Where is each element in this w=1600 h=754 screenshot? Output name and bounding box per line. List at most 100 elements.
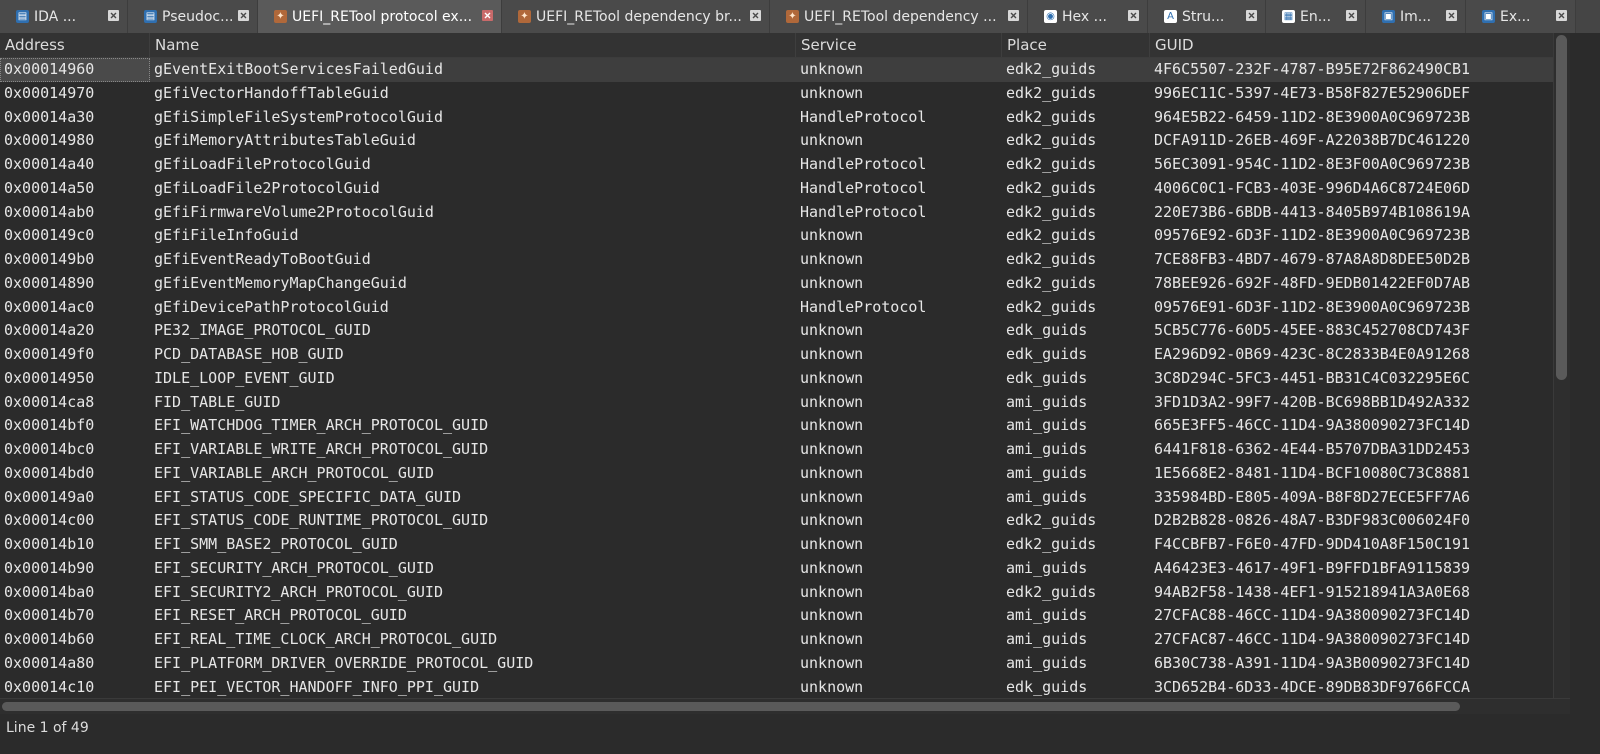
close-icon[interactable] bbox=[1008, 10, 1019, 21]
table-row[interactable]: 0x00014890 gEfiEventMemoryMapChangeGuid un… bbox=[0, 272, 1553, 296]
table-row[interactable]: 0x00014b10 EFI_SMM_BASE2_PROTOCOL_GUID unk… bbox=[0, 533, 1553, 557]
address-cell: 0x00014960 bbox=[0, 58, 150, 82]
vertical-scrollbar[interactable] bbox=[1553, 33, 1571, 698]
tab-5[interactable]: ◉ Hex ... bbox=[1028, 0, 1148, 33]
table-row[interactable]: 0x00014970 gEfiVectorHandoffTableGuid unkn… bbox=[0, 82, 1553, 106]
horizontal-scrollbar-thumb[interactable] bbox=[2, 702, 1460, 711]
table-row[interactable]: 0x00014c10 EFI_PEI_VECTOR_HANDOFF_INFO_PP… bbox=[0, 676, 1553, 699]
service-cell: HandleProtocol bbox=[800, 178, 927, 197]
address-cell: 0x00014ab0 bbox=[4, 202, 95, 221]
column-header-service[interactable]: Service bbox=[796, 33, 1002, 57]
service-cell: unknown bbox=[800, 653, 864, 672]
service-cell: unknown bbox=[800, 582, 864, 601]
table-row[interactable]: 0x000149f0 PCD_DATABASE_HOB_GUID unknown ed… bbox=[0, 343, 1553, 367]
table-row[interactable]: 0x00014a30 gEfiSimpleFileSystemProtocolGu… bbox=[0, 106, 1553, 130]
name-cell: EFI_RESET_ARCH_PROTOCOL_GUID bbox=[154, 606, 407, 625]
table-row[interactable]: 0x00014950 IDLE_LOOP_EVENT_GUID unknown edk… bbox=[0, 367, 1553, 391]
close-icon[interactable] bbox=[1556, 10, 1567, 21]
service-cell: unknown bbox=[800, 606, 864, 625]
name-cell: gEfiDevicePathProtocolGuid bbox=[154, 297, 389, 316]
line-position-status: Line 1 of 49 bbox=[6, 720, 89, 736]
name-cell: gEfiSimpleFileSystemProtocolGuid bbox=[154, 107, 443, 126]
place-cell: edk2_guids bbox=[1006, 250, 1097, 268]
table-row[interactable]: 0x000149c0 gEfiFileInfoGuid unknown edk2_gu… bbox=[0, 224, 1553, 248]
name-cell: gEfiLoadFileProtocolGuid bbox=[154, 155, 371, 173]
close-icon[interactable] bbox=[1446, 10, 1457, 21]
tab-2[interactable]: ✦ UEFI_RETool protocol ex... bbox=[258, 0, 502, 33]
guid-cell: 964E5B22-6459-11D2-8E3900A0C969723B bbox=[1154, 107, 1471, 126]
table-row[interactable]: 0x00014ca8 FID_TABLE_GUID unknown ami_guids… bbox=[0, 391, 1553, 415]
name-cell: EFI_PEI_VECTOR_HANDOFF_INFO_PPI_GUID bbox=[154, 677, 480, 696]
guid-cell: 335984BD-E805-409A-B8F8D27ECE5FF7A6 bbox=[1154, 487, 1471, 506]
table-row[interactable]: 0x00014ab0 gEfiFirmwareVolume2ProtocolGui… bbox=[0, 201, 1553, 225]
tab-label: UEFI_RETool protocol ex... bbox=[292, 8, 473, 25]
tab-6[interactable]: A Stru... bbox=[1148, 0, 1266, 33]
table-row[interactable]: 0x00014b70 EFI_RESET_ARCH_PROTOCOL_GUID un… bbox=[0, 604, 1553, 628]
address-cell: 0x00014a80 bbox=[4, 653, 95, 672]
guid-cell: 3FD1D3A2-99F7-420B-BC698BB1D492A332 bbox=[1154, 392, 1471, 411]
place-cell: edk2_guids bbox=[1006, 226, 1097, 245]
column-header-guid[interactable]: GUID bbox=[1150, 33, 1553, 57]
horizontal-scrollbar[interactable] bbox=[0, 698, 1570, 715]
table-row[interactable]: 0x00014bd0 EFI_VARIABLE_ARCH_PROTOCOL_GUI… bbox=[0, 462, 1553, 486]
table-row[interactable]: 0x00014a20 PE32_IMAGE_PROTOCOL_GUID unknow… bbox=[0, 319, 1553, 343]
name-cell: gEfiVectorHandoffTableGuid bbox=[154, 83, 389, 102]
table-row[interactable]: 0x00014a80 EFI_PLATFORM_DRIVER_OVERRIDE_P… bbox=[0, 652, 1553, 676]
tab-label: Stru... bbox=[1182, 8, 1225, 25]
close-icon[interactable] bbox=[750, 10, 761, 21]
table-row[interactable]: 0x000149a0 EFI_STATUS_CODE_SPECIFIC_DATA_… bbox=[0, 486, 1553, 510]
guid-cell: 6441F818-6362-4E44-B5707DBA31DD2453 bbox=[1154, 440, 1471, 458]
close-icon[interactable] bbox=[108, 10, 119, 21]
table-row[interactable]: 0x00014c00 EFI_STATUS_CODE_RUNTIME_PROTOC… bbox=[0, 509, 1553, 533]
tab-label: Im... bbox=[1400, 8, 1432, 25]
table-row[interactable]: 0x00014ba0 EFI_SECURITY2_ARCH_PROTOCOL_GU… bbox=[0, 581, 1553, 605]
vertical-scrollbar-thumb[interactable] bbox=[1556, 35, 1567, 380]
table-row[interactable]: 0x00014bf0 EFI_WATCHDOG_TIMER_ARCH_PROTOC… bbox=[0, 414, 1553, 438]
tab-8[interactable]: ▣ Im... bbox=[1366, 0, 1466, 33]
table-row[interactable]: 0x00014a50 gEfiLoadFile2ProtocolGuid Handl… bbox=[0, 177, 1553, 201]
service-cell: HandleProtocol bbox=[800, 107, 927, 126]
close-icon[interactable] bbox=[1346, 10, 1357, 21]
guid-cell: DCFA911D-26EB-469F-A22038B7DC461220 bbox=[1154, 131, 1471, 150]
close-icon[interactable] bbox=[238, 10, 249, 21]
table-row[interactable]: 0x00014b90 EFI_SECURITY_ARCH_PROTOCOL_GUI… bbox=[0, 557, 1553, 581]
table-row[interactable]: 0x00014b60 EFI_REAL_TIME_CLOCK_ARCH_PROTO… bbox=[0, 628, 1553, 652]
address-cell: 0x00014980 bbox=[4, 131, 95, 150]
service-cell: unknown bbox=[800, 511, 864, 530]
table-row[interactable]: 0x000149b0 gEfiEventReadyToBootGuid unknow… bbox=[0, 248, 1553, 272]
place-cell: edk2_guids bbox=[1006, 60, 1097, 78]
tab-0[interactable]: ▤ IDA ... bbox=[0, 0, 128, 33]
name-cell: PCD_DATABASE_HOB_GUID bbox=[154, 345, 344, 363]
tab-9[interactable]: ▣ Ex... bbox=[1466, 0, 1576, 33]
service-cell: HandleProtocol bbox=[800, 202, 927, 221]
tab-7[interactable]: ▦ En... bbox=[1266, 0, 1366, 33]
protocols-table: Address Name Service Place GUID 0x000149… bbox=[0, 33, 1553, 698]
service-cell: HandleProtocol bbox=[800, 297, 927, 316]
column-header-address[interactable]: Address bbox=[0, 33, 150, 57]
close-icon[interactable] bbox=[482, 10, 493, 21]
table-row[interactable]: 0x00014960 gEventExitBootServicesFailedGu… bbox=[0, 58, 1553, 82]
imports-icon: ▣ bbox=[1382, 10, 1395, 23]
address-cell: 0x00014ba0 bbox=[4, 582, 95, 601]
service-cell: unknown bbox=[800, 630, 864, 648]
tab-1[interactable]: ▤ Pseudoc... bbox=[128, 0, 258, 33]
name-cell: gEfiLoadFile2ProtocolGuid bbox=[154, 178, 380, 197]
address-cell: 0x00014bd0 bbox=[4, 463, 95, 482]
close-icon[interactable] bbox=[1246, 10, 1257, 21]
table-row[interactable]: 0x00014a40 gEfiLoadFileProtocolGuid Handle… bbox=[0, 153, 1553, 177]
table-row[interactable]: 0x00014ac0 gEfiDevicePathProtocolGuid Hand… bbox=[0, 296, 1553, 320]
service-cell: unknown bbox=[800, 416, 864, 435]
column-header-name[interactable]: Name bbox=[150, 33, 796, 57]
tab-4[interactable]: ✦ UEFI_RETool dependency ... bbox=[770, 0, 1028, 33]
place-cell: edk2_guids bbox=[1006, 107, 1097, 126]
close-icon[interactable] bbox=[1128, 10, 1139, 21]
guid-cell: 78BEE926-692F-48FD-9EDB01422EF0D7AB bbox=[1154, 273, 1471, 292]
place-cell: edk2_guids bbox=[1006, 535, 1097, 553]
place-cell: edk2_guids bbox=[1006, 155, 1097, 173]
address-cell: 0x00014ac0 bbox=[4, 297, 95, 316]
tab-3[interactable]: ✦ UEFI_RETool dependency br... bbox=[502, 0, 770, 33]
retool-icon: ✦ bbox=[274, 10, 287, 23]
column-header-place[interactable]: Place bbox=[1002, 33, 1150, 57]
table-row[interactable]: 0x00014980 gEfiMemoryAttributesTableGuid u… bbox=[0, 129, 1553, 153]
table-row[interactable]: 0x00014bc0 EFI_VARIABLE_WRITE_ARCH_PROTOC… bbox=[0, 438, 1553, 462]
